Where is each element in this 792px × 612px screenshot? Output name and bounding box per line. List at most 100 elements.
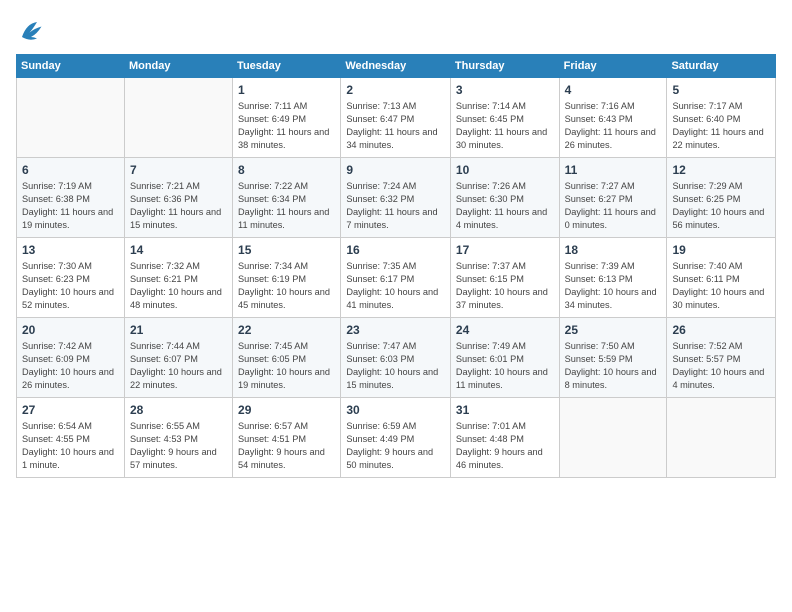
day-number: 16 [346,242,445,258]
day-number: 23 [346,322,445,338]
calendar-cell: 19 Sunrise: 7:40 AM Sunset: 6:11 PM Dayli… [667,238,776,318]
day-number: 26 [672,322,770,338]
calendar-cell: 4 Sunrise: 7:16 AM Sunset: 6:43 PM Daylig… [559,78,667,158]
calendar-cell: 17 Sunrise: 7:37 AM Sunset: 6:15 PM Dayli… [450,238,559,318]
calendar-cell: 30 Sunrise: 6:59 AM Sunset: 4:49 PM Dayli… [341,398,451,478]
day-number: 22 [238,322,335,338]
day-info: Sunrise: 7:50 AM Sunset: 5:59 PM Dayligh… [565,340,662,392]
logo [16,16,50,46]
day-number: 21 [130,322,227,338]
day-number: 31 [456,402,554,418]
day-number: 20 [22,322,119,338]
calendar-week-2: 6Sunrise: 7:19 AM Sunset: 6:38 PM Daylig… [17,158,776,238]
day-number: 25 [565,322,662,338]
calendar-cell: 27Sunrise: 6:54 AM Sunset: 4:55 PM Dayli… [17,398,125,478]
weekday-header-thursday: Thursday [450,55,559,78]
day-number: 15 [238,242,335,258]
calendar-body: 1 Sunrise: 7:11 AM Sunset: 6:49 PM Daylig… [17,78,776,478]
day-info: Sunrise: 7:27 AM Sunset: 6:27 PM Dayligh… [565,180,662,232]
day-number: 14 [130,242,227,258]
day-number: 6 [22,162,119,178]
day-number: 11 [565,162,662,178]
calendar-cell: 3 Sunrise: 7:14 AM Sunset: 6:45 PM Daylig… [450,78,559,158]
day-number: 13 [22,242,119,258]
calendar-table: SundayMondayTuesdayWednesdayThursdayFrid… [16,54,776,478]
day-number: 27 [22,402,119,418]
day-number: 24 [456,322,554,338]
weekday-header-sunday: Sunday [17,55,125,78]
calendar-cell: 29 Sunrise: 6:57 AM Sunset: 4:51 PM Dayli… [233,398,341,478]
day-info: Sunrise: 7:11 AM Sunset: 6:49 PM Dayligh… [238,100,335,152]
day-info: Sunrise: 7:37 AM Sunset: 6:15 PM Dayligh… [456,260,554,312]
day-info: Sunrise: 7:26 AM Sunset: 6:30 PM Dayligh… [456,180,554,232]
weekday-header-row: SundayMondayTuesdayWednesdayThursdayFrid… [17,55,776,78]
calendar-cell: 18 Sunrise: 7:39 AM Sunset: 6:13 PM Dayli… [559,238,667,318]
day-info: Sunrise: 6:55 AM Sunset: 4:53 PM Dayligh… [130,420,227,472]
calendar-cell: 15Sunrise: 7:34 AM Sunset: 6:19 PM Dayli… [233,238,341,318]
day-number: 29 [238,402,335,418]
calendar-cell: 11 Sunrise: 7:27 AM Sunset: 6:27 PM Dayli… [559,158,667,238]
calendar-cell: 25 Sunrise: 7:50 AM Sunset: 5:59 PM Dayli… [559,318,667,398]
calendar-cell: 22 Sunrise: 7:45 AM Sunset: 6:05 PM Dayli… [233,318,341,398]
day-info: Sunrise: 7:30 AM Sunset: 6:23 PM Dayligh… [22,260,119,312]
calendar-cell: 6Sunrise: 7:19 AM Sunset: 6:38 PM Daylig… [17,158,125,238]
day-number: 5 [672,82,770,98]
calendar-cell: 1 Sunrise: 7:11 AM Sunset: 6:49 PM Daylig… [233,78,341,158]
calendar-cell: 14 Sunrise: 7:32 AM Sunset: 6:21 PM Dayli… [124,238,232,318]
day-number: 30 [346,402,445,418]
calendar-cell: 20 Sunrise: 7:42 AM Sunset: 6:09 PM Dayli… [17,318,125,398]
calendar-cell: 31 Sunrise: 7:01 AM Sunset: 4:48 PM Dayli… [450,398,559,478]
day-info: Sunrise: 7:32 AM Sunset: 6:21 PM Dayligh… [130,260,227,312]
day-info: Sunrise: 7:47 AM Sunset: 6:03 PM Dayligh… [346,340,445,392]
day-info: Sunrise: 7:16 AM Sunset: 6:43 PM Dayligh… [565,100,662,152]
day-info: Sunrise: 6:59 AM Sunset: 4:49 PM Dayligh… [346,420,445,472]
day-info: Sunrise: 7:24 AM Sunset: 6:32 PM Dayligh… [346,180,445,232]
weekday-header-friday: Friday [559,55,667,78]
day-info: Sunrise: 7:14 AM Sunset: 6:45 PM Dayligh… [456,100,554,152]
day-number: 8 [238,162,335,178]
day-number: 10 [456,162,554,178]
calendar-cell: 5 Sunrise: 7:17 AM Sunset: 6:40 PM Daylig… [667,78,776,158]
day-number: 3 [456,82,554,98]
day-info: Sunrise: 6:57 AM Sunset: 4:51 PM Dayligh… [238,420,335,472]
day-info: Sunrise: 7:29 AM Sunset: 6:25 PM Dayligh… [672,180,770,232]
calendar-cell [559,398,667,478]
day-info: Sunrise: 7:40 AM Sunset: 6:11 PM Dayligh… [672,260,770,312]
day-number: 17 [456,242,554,258]
day-info: Sunrise: 7:35 AM Sunset: 6:17 PM Dayligh… [346,260,445,312]
day-info: Sunrise: 7:45 AM Sunset: 6:05 PM Dayligh… [238,340,335,392]
calendar-cell: 28Sunrise: 6:55 AM Sunset: 4:53 PM Dayli… [124,398,232,478]
weekday-header-saturday: Saturday [667,55,776,78]
calendar-week-5: 27Sunrise: 6:54 AM Sunset: 4:55 PM Dayli… [17,398,776,478]
day-number: 7 [130,162,227,178]
calendar-cell: 7 Sunrise: 7:21 AM Sunset: 6:36 PM Daylig… [124,158,232,238]
day-info: Sunrise: 7:42 AM Sunset: 6:09 PM Dayligh… [22,340,119,392]
day-info: Sunrise: 7:21 AM Sunset: 6:36 PM Dayligh… [130,180,227,232]
calendar-cell: 21 Sunrise: 7:44 AM Sunset: 6:07 PM Dayli… [124,318,232,398]
calendar-cell: 8 Sunrise: 7:22 AM Sunset: 6:34 PM Daylig… [233,158,341,238]
weekday-header-wednesday: Wednesday [341,55,451,78]
calendar-cell [667,398,776,478]
calendar-week-4: 20 Sunrise: 7:42 AM Sunset: 6:09 PM Dayli… [17,318,776,398]
day-info: Sunrise: 7:39 AM Sunset: 6:13 PM Dayligh… [565,260,662,312]
day-number: 4 [565,82,662,98]
day-number: 9 [346,162,445,178]
day-number: 19 [672,242,770,258]
weekday-header-monday: Monday [124,55,232,78]
day-number: 12 [672,162,770,178]
calendar-week-3: 13 Sunrise: 7:30 AM Sunset: 6:23 PM Dayli… [17,238,776,318]
day-info: Sunrise: 7:49 AM Sunset: 6:01 PM Dayligh… [456,340,554,392]
weekday-header-tuesday: Tuesday [233,55,341,78]
calendar-cell: 23 Sunrise: 7:47 AM Sunset: 6:03 PM Dayli… [341,318,451,398]
day-info: Sunrise: 7:01 AM Sunset: 4:48 PM Dayligh… [456,420,554,472]
page-header [16,16,776,46]
day-info: Sunrise: 7:22 AM Sunset: 6:34 PM Dayligh… [238,180,335,232]
day-info: Sunrise: 7:52 AM Sunset: 5:57 PM Dayligh… [672,340,770,392]
day-number: 18 [565,242,662,258]
day-info: Sunrise: 7:44 AM Sunset: 6:07 PM Dayligh… [130,340,227,392]
day-number: 2 [346,82,445,98]
day-number: 1 [238,82,335,98]
day-info: Sunrise: 7:17 AM Sunset: 6:40 PM Dayligh… [672,100,770,152]
day-info: Sunrise: 7:13 AM Sunset: 6:47 PM Dayligh… [346,100,445,152]
calendar-cell: 16 Sunrise: 7:35 AM Sunset: 6:17 PM Dayli… [341,238,451,318]
